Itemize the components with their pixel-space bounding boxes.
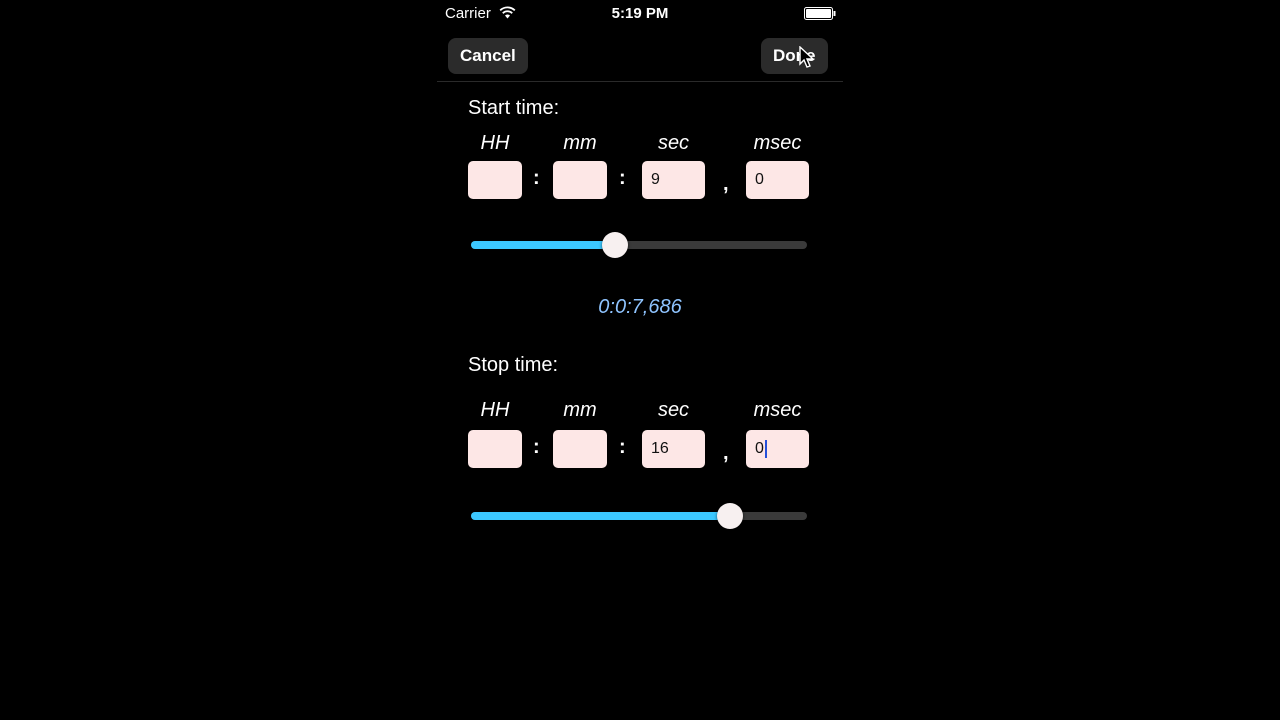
stop-slider-fill	[471, 512, 730, 520]
stop-time-slider[interactable]	[471, 503, 807, 529]
text-caret	[764, 439, 767, 458]
stop-time-label: Stop time:	[468, 354, 559, 376]
time-range-editor-screen: Carrier 5:19 PM Cancel Done Start time: …	[437, 0, 843, 720]
start-msec-header: msec	[753, 132, 802, 154]
start-colon-2: :	[619, 167, 626, 189]
start-hh-field[interactable]	[468, 161, 522, 199]
done-button[interactable]: Done	[761, 38, 828, 74]
stop-msec-field[interactable]: 0	[746, 430, 809, 468]
stop-msec-header: msec	[753, 399, 802, 421]
start-time-label: Start time:	[468, 97, 560, 119]
start-slider-thumb[interactable]	[602, 232, 628, 258]
cancel-button[interactable]: Cancel	[448, 38, 528, 74]
stop-mm-field[interactable]	[553, 430, 607, 468]
start-mm-header: mm	[563, 132, 597, 154]
start-sec-header: sec	[657, 132, 690, 154]
start-msec-field[interactable]: 0	[746, 161, 809, 199]
start-colon-1: :	[533, 167, 540, 189]
start-mm-field[interactable]	[553, 161, 607, 199]
duration-readout: 0:0:7,686	[598, 296, 682, 318]
status-bar: Carrier 5:19 PM	[437, 0, 843, 28]
stop-sec-header: sec	[657, 399, 690, 421]
start-sec-field[interactable]: 9	[642, 161, 705, 199]
stop-colon-1: :	[533, 436, 540, 458]
status-clock: 5:19 PM	[611, 5, 669, 22]
stop-mm-header: mm	[563, 399, 597, 421]
start-comma: ,	[723, 173, 729, 195]
start-time-slider[interactable]	[471, 232, 807, 258]
stop-comma: ,	[723, 442, 729, 464]
start-hh-header: HH	[480, 132, 510, 154]
battery-icon	[804, 7, 836, 20]
stop-sec-field[interactable]: 16	[642, 430, 705, 468]
stop-msec-value: 0	[755, 440, 764, 457]
stop-slider-thumb[interactable]	[717, 503, 743, 529]
navigation-bar: Cancel Done	[437, 28, 843, 82]
mouse-pointer-icon	[799, 46, 815, 68]
stop-colon-2: :	[619, 436, 626, 458]
stop-hh-field[interactable]	[468, 430, 522, 468]
start-slider-fill	[471, 241, 615, 249]
stop-hh-header: HH	[480, 399, 510, 421]
